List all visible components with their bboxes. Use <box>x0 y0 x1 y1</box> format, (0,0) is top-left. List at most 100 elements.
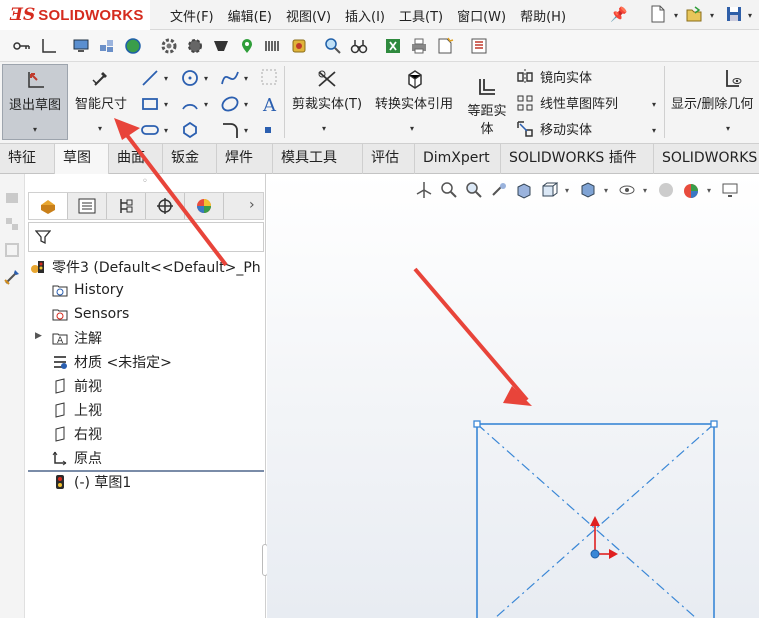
tab-solidworks-more[interactable]: SOLIDWORKS <box>654 144 759 174</box>
binoculars-icon[interactable] <box>350 37 368 55</box>
offset-entities-button[interactable]: 等距实 体 <box>462 64 512 140</box>
sketch-corner-icon[interactable] <box>40 37 58 55</box>
tree-item-front-plane[interactable]: 前视 <box>52 375 102 397</box>
save-dropdown-icon[interactable]: ▾ <box>748 11 752 20</box>
excel-icon[interactable] <box>384 37 402 55</box>
corner-point[interactable] <box>710 420 718 428</box>
new-dropdown-icon[interactable]: ▾ <box>674 11 678 20</box>
tab-sketch[interactable]: 草图 <box>55 144 109 174</box>
mirror-entities-button[interactable]: 镜向实体 <box>516 67 592 86</box>
strip-assembly-icon[interactable] <box>4 216 20 232</box>
print-icon[interactable] <box>410 37 428 55</box>
gear-dark-icon[interactable] <box>186 37 204 55</box>
tree-item-sketch1[interactable]: (-) 草图1 <box>52 471 131 493</box>
display-icon[interactable] <box>72 37 90 55</box>
fillet-dropdown-icon[interactable]: ▾ <box>244 126 248 135</box>
tab-weldments[interactable]: 焊件 <box>217 144 273 174</box>
fillet-icon[interactable] <box>220 120 240 140</box>
ellipse-dropdown-icon[interactable]: ▾ <box>244 100 248 109</box>
open-icon[interactable] <box>686 5 702 23</box>
globe-icon[interactable] <box>124 37 142 55</box>
relations-dropdown-icon[interactable]: ▾ <box>726 124 730 133</box>
tab-dimxpert-manager[interactable] <box>146 193 185 219</box>
rectangle-dropdown-icon[interactable]: ▾ <box>164 100 168 109</box>
exit-sketch-button[interactable]: 退出草图 ▾ <box>2 64 68 140</box>
linear-pattern-dropdown-icon[interactable]: ▾ <box>652 100 656 109</box>
trim-entities-button[interactable]: 剪裁实体(T) ▾ <box>290 64 364 140</box>
menu-tools[interactable]: 工具(T) <box>399 6 443 25</box>
convert-dropdown-icon[interactable]: ▾ <box>410 124 414 133</box>
tab-dimxpert[interactable]: DimXpert <box>415 144 501 174</box>
convert-entities-button[interactable]: 转换实体引用 ▾ <box>368 64 460 140</box>
line-icon[interactable] <box>140 68 160 88</box>
tab-configuration-manager[interactable] <box>107 193 146 219</box>
display-delete-relations-button[interactable]: 显示/删除几何 ▾ <box>668 64 759 140</box>
tree-item-annotations[interactable]: A 注解 <box>52 327 102 349</box>
text-icon[interactable]: A <box>260 94 280 114</box>
annotations-expand-icon[interactable]: ▶ <box>35 331 42 341</box>
tab-property-manager[interactable] <box>68 193 107 219</box>
strip-part-icon[interactable] <box>4 190 20 206</box>
save-icon[interactable] <box>726 5 742 23</box>
move-entities-button[interactable]: 移动实体 <box>516 119 592 138</box>
gear-icon[interactable] <box>160 37 178 55</box>
circle-dropdown-icon[interactable]: ▾ <box>204 74 208 83</box>
search-icon[interactable] <box>324 37 342 55</box>
key-icon[interactable] <box>12 37 30 55</box>
ellipse-icon[interactable] <box>220 94 240 114</box>
tab-solidworks-addins[interactable]: SOLIDWORKS 插件 <box>501 144 654 174</box>
plugin-icon[interactable] <box>290 37 308 55</box>
linear-pattern-button[interactable]: 线性草图阵列 <box>516 93 618 112</box>
sketch-origin-icon[interactable] <box>590 516 618 559</box>
menu-file[interactable]: 文件(F) <box>170 6 214 25</box>
cone-icon[interactable] <box>212 37 230 55</box>
circle-icon[interactable] <box>180 68 200 88</box>
tab-evaluate[interactable]: 评估 <box>363 144 415 174</box>
slot-dropdown-icon[interactable]: ▾ <box>164 126 168 135</box>
new-file-icon[interactable] <box>436 37 454 55</box>
properties-icon[interactable] <box>470 37 488 55</box>
tab-surfaces[interactable]: 曲面 <box>109 144 163 174</box>
tree-item-top-plane[interactable]: 上视 <box>52 399 102 421</box>
point-icon[interactable] <box>263 125 273 135</box>
menu-window[interactable]: 窗口(W) <box>457 6 506 25</box>
corner-point[interactable] <box>473 420 481 428</box>
polygon-icon[interactable] <box>180 120 200 140</box>
tree-item-material[interactable]: 材质 <未指定> <box>52 351 172 373</box>
arc-dropdown-icon[interactable]: ▾ <box>204 100 208 109</box>
line-dropdown-icon[interactable]: ▾ <box>164 74 168 83</box>
arc-icon[interactable] <box>180 94 200 114</box>
tree-item-sensors[interactable]: Sensors <box>52 303 129 325</box>
strip-tools-icon[interactable] <box>3 268 21 286</box>
exit-sketch-dropdown-icon[interactable]: ▾ <box>33 125 37 134</box>
menu-view[interactable]: 视图(V) <box>286 6 331 25</box>
tab-sheet-metal[interactable]: 钣金 <box>163 144 217 174</box>
menu-edit[interactable]: 编辑(E) <box>228 6 272 25</box>
sketch-canvas[interactable] <box>267 174 759 618</box>
smart-dimension-dropdown-icon[interactable]: ▾ <box>98 124 102 133</box>
location-icon[interactable] <box>238 37 256 55</box>
move-dropdown-icon[interactable]: ▾ <box>652 126 656 135</box>
pin-icon[interactable]: 📌 <box>610 7 627 23</box>
open-dropdown-icon[interactable]: ▾ <box>710 11 714 20</box>
tabs-scroll-right-icon[interactable]: › <box>249 197 255 213</box>
wave-icon[interactable] <box>264 37 282 55</box>
strip-drawing-icon[interactable] <box>4 242 20 258</box>
solidworks-logo[interactable]: ƎS SOLIDWORKS <box>0 0 150 30</box>
tree-filter[interactable] <box>28 222 264 252</box>
panel-grip-icon[interactable]: ◦ <box>142 176 148 187</box>
new-document-icon[interactable] <box>650 5 666 23</box>
tree-item-history[interactable]: History <box>52 279 124 301</box>
rectangle-icon[interactable] <box>140 94 160 114</box>
tab-display-manager[interactable] <box>185 193 224 219</box>
tab-mold-tools[interactable]: 模具工具 <box>273 144 363 174</box>
tab-features[interactable]: 特征 <box>0 144 55 174</box>
menu-help[interactable]: 帮助(H) <box>520 6 566 25</box>
graphics-area[interactable]: ▾ ▾ ▾ ▾ <box>267 174 759 618</box>
spline-icon[interactable] <box>220 68 240 88</box>
tree-part-root[interactable]: 零件3 (Default<<Default>_Ph <box>30 256 261 278</box>
slot-icon[interactable] <box>140 120 160 140</box>
spline-dropdown-icon[interactable]: ▾ <box>244 74 248 83</box>
tree-item-right-plane[interactable]: 右视 <box>52 423 102 445</box>
menu-insert[interactable]: 插入(I) <box>345 6 385 25</box>
